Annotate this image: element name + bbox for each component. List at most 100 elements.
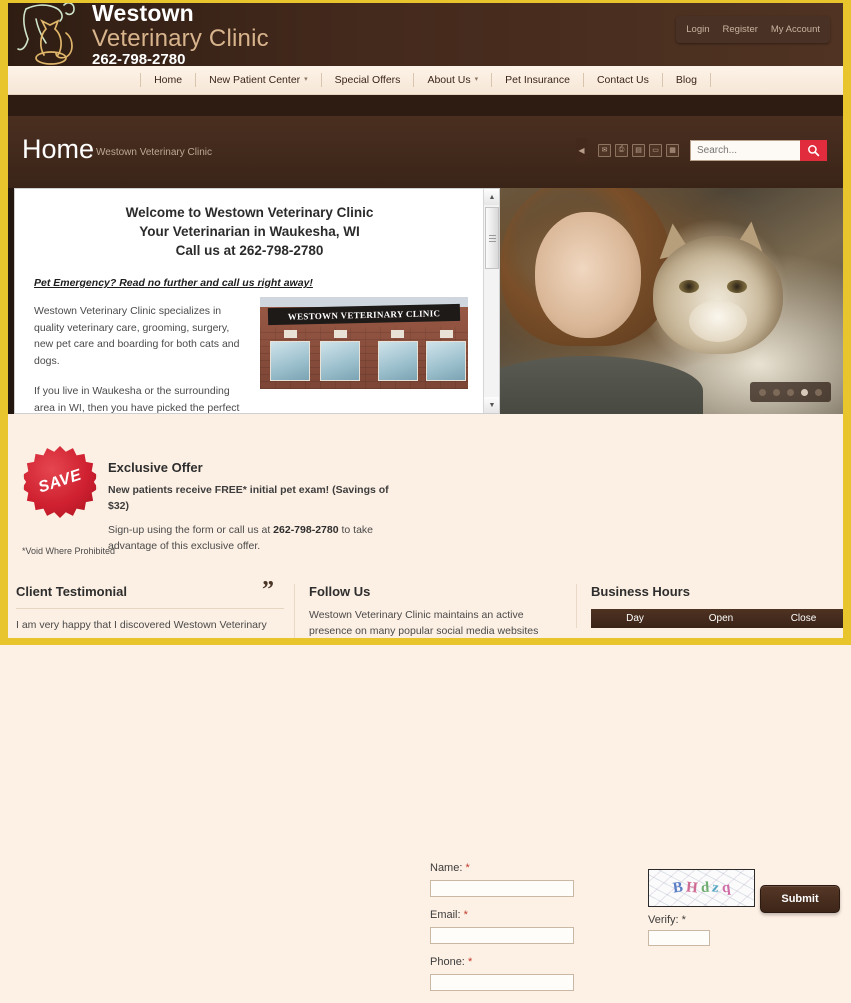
follow-us-column: Follow Us Westown Veterinary Clinic main… — [294, 584, 562, 639]
photo-window — [270, 341, 310, 381]
required-asterisk: * — [467, 956, 473, 968]
dog-cat-logo-icon[interactable] — [12, 3, 98, 66]
required-asterisk: * — [465, 862, 470, 874]
page-root: Westown Veterinary Clinic 262-798-2780 L… — [0, 0, 851, 991]
slide-dot-5[interactable] — [815, 388, 822, 396]
hero-cat-muzzle — [689, 300, 747, 342]
nav-item-blog[interactable]: Blog — [661, 73, 711, 87]
scrollbar-grip-icon — [488, 234, 496, 242]
submit-button[interactable]: Submit — [760, 885, 840, 913]
phone-label-text: Phone: — [430, 956, 465, 968]
phone-field[interactable] — [430, 974, 574, 991]
register-link[interactable]: Register — [723, 24, 758, 35]
required-asterisk: * — [463, 909, 468, 921]
nav-label: Blog — [675, 74, 697, 86]
offer-text-block: Exclusive Offer New patients receive FRE… — [108, 460, 408, 554]
email-page-icon[interactable]: ✉ — [598, 143, 611, 157]
nav-list: Home New Patient Center ▾ Special Offers… — [140, 73, 711, 87]
main-navigation: Home New Patient Center ▾ Special Offers… — [8, 66, 843, 95]
verify-label-text: Verify: — [648, 914, 679, 926]
hero-cat-eye-right — [727, 280, 747, 293]
slide-dot-1[interactable] — [759, 388, 766, 396]
offer-line2: Sign-up using the form or call us at 262… — [108, 523, 408, 554]
scrollbar-thumb[interactable] — [485, 207, 499, 269]
nav-item-home[interactable]: Home — [140, 73, 195, 87]
nav-item-special-offers[interactable]: Special Offers — [320, 73, 414, 87]
email-field[interactable] — [430, 927, 574, 944]
slide-dot-3[interactable] — [787, 388, 794, 396]
slide-dot-2[interactable] — [773, 388, 780, 396]
phone-label: Phone: * — [430, 956, 590, 968]
page-title-bar: Home Westown Veterinary Clinic ◀ ✉ ⎙ ▤ ▭… — [8, 116, 843, 188]
collapse-panel-toggle[interactable]: ◀ — [576, 138, 587, 162]
nav-item-new-patient-center[interactable]: New Patient Center ▾ — [195, 73, 321, 87]
hours-col-open: Open — [708, 613, 734, 624]
offer-line2-prefix: Sign-up using the form or call us at — [108, 524, 274, 536]
frame-right — [843, 0, 851, 645]
share-page-icon[interactable]: ▭ — [649, 143, 662, 157]
site-header: Westown Veterinary Clinic 262-798-2780 L… — [8, 3, 843, 66]
nav-label: About Us — [427, 74, 471, 86]
email-label-text: Email: — [430, 909, 461, 921]
scroll-up-arrow-icon[interactable]: ▲ — [484, 189, 499, 205]
nav-item-pet-insurance[interactable]: Pet Insurance — [491, 73, 583, 87]
print-page-icon[interactable]: ⎙ — [615, 143, 628, 157]
testimonial-heading: Client Testimonial ” — [16, 578, 284, 602]
photo-wall-panel — [334, 330, 347, 338]
testimonial-heading-text: Client Testimonial — [16, 584, 127, 599]
nav-item-about-us[interactable]: About Us ▾ — [413, 73, 491, 87]
clinic-building-photo: WESTOWN VETERINARY CLINIC — [260, 297, 468, 389]
welcome-heading-line1: Welcome to Westown Veterinary Clinic — [125, 205, 374, 220]
nav-item-contact-us[interactable]: Contact Us — [582, 73, 662, 87]
testimonial-text: I am very happy that I discovered Westow… — [16, 619, 267, 631]
content-scrollbar[interactable]: ▲ ▼ — [483, 189, 499, 413]
bookmark-page-icon[interactable]: ▤ — [632, 143, 645, 157]
photo-window — [378, 341, 418, 381]
bottom-columns: Client Testimonial ” I am very happy tha… — [8, 574, 844, 639]
hero-girl-face — [535, 212, 641, 338]
brand-line1: Westown — [92, 3, 194, 26]
name-field[interactable] — [430, 880, 574, 897]
business-hours-table-header: Day Open Close — [591, 609, 844, 628]
search-button[interactable] — [800, 139, 827, 161]
frame-left — [0, 0, 8, 645]
page-subtitle: Westown Veterinary Clinic — [96, 147, 212, 158]
welcome-paragraph-1: Westown Veterinary Clinic specializes in… — [34, 305, 240, 367]
offer-phone: 262-798-2780 — [273, 524, 339, 536]
chevron-down-icon: ▾ — [474, 76, 479, 83]
brand-block: Westown Veterinary Clinic 262-798-2780 — [92, 3, 269, 66]
my-account-link[interactable]: My Account — [771, 24, 820, 35]
photo-window — [426, 341, 466, 381]
email-label: Email: * — [430, 909, 590, 921]
welcome-body: Westown Veterinary Clinic specializes in… — [34, 303, 249, 414]
photo-window — [320, 341, 360, 381]
calendar-icon[interactable]: ▦ — [666, 143, 679, 157]
search-magnifier-icon — [808, 144, 820, 156]
scroll-down-arrow-icon[interactable]: ▼ — [484, 397, 499, 413]
business-hours-heading: Business Hours — [591, 584, 690, 599]
login-link[interactable]: Login — [686, 24, 709, 35]
captcha-block: B H d z q Verify: * — [648, 869, 755, 946]
brand-line2: Veterinary Clinic — [92, 25, 269, 52]
search-input[interactable] — [690, 139, 800, 161]
header-divider-band — [8, 95, 843, 116]
save-starburst: SAVE — [24, 446, 96, 518]
testimonial-column: Client Testimonial ” I am very happy tha… — [16, 578, 284, 634]
signup-form: Name: * Email: * Phone: * — [430, 862, 590, 1003]
welcome-paragraph-2: If you live in Waukesha or the surroundi… — [34, 385, 240, 414]
emergency-notice: Pet Emergency? Read no further and call … — [34, 277, 313, 289]
save-badge-icon: SAVE — [24, 446, 96, 518]
follow-us-heading: Follow Us — [309, 584, 371, 599]
hours-col-close: Close — [790, 613, 817, 624]
captcha-image: B H d z q — [648, 869, 755, 907]
name-label: Name: * — [430, 862, 590, 874]
account-links: Login Register My Account — [676, 16, 830, 43]
hours-col-day: Day — [626, 613, 644, 624]
testimonial-divider — [16, 608, 284, 609]
business-hours-column: Business Hours Day Open Close — [576, 584, 844, 628]
captcha-char: d — [700, 879, 710, 896]
frame-bottom — [0, 638, 851, 645]
verify-field[interactable] — [648, 930, 710, 946]
slide-dot-4[interactable] — [801, 388, 808, 396]
nav-label: Home — [154, 74, 183, 86]
